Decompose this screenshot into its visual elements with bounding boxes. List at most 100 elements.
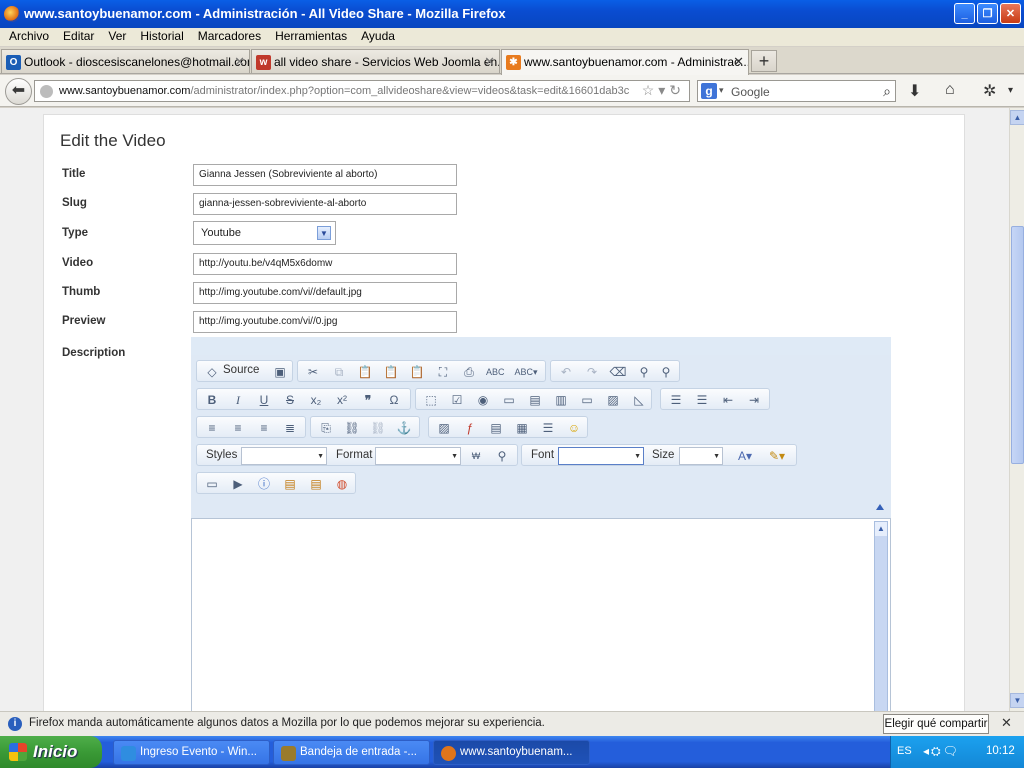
scroll-up-icon[interactable]: ▲ bbox=[1010, 110, 1024, 125]
menu-herramientas[interactable]: Herramientas bbox=[268, 28, 354, 46]
tab-santoybuenamor[interactable]: ✱ www.santoybuenamor.com - Administrac..… bbox=[501, 49, 749, 75]
font-combo[interactable]: ▼ bbox=[558, 447, 644, 465]
horizontal-rule-icon[interactable]: ☰ bbox=[539, 419, 557, 437]
menu-chevron-icon[interactable]: ▾ bbox=[1008, 85, 1013, 96]
tab-outlook[interactable]: O Outlook - dioscesiscanelones@hotmail.c… bbox=[1, 49, 250, 73]
task-firefox[interactable]: www.santoybuenam... bbox=[433, 740, 590, 765]
description-editor[interactable]: ▲ bbox=[191, 518, 891, 711]
text-color-icon[interactable]: A▾ bbox=[732, 447, 758, 465]
chevron-down-icon[interactable]: ▼ bbox=[317, 226, 331, 240]
textfield-icon[interactable]: ▭ bbox=[500, 391, 518, 409]
slug-input[interactable]: gianna-jessen-sobreviviente-al-aborto bbox=[193, 193, 457, 215]
thumb-input[interactable]: http://img.youtube.com/vi//default.jpg bbox=[193, 282, 457, 304]
outdent-icon[interactable]: ⇤ bbox=[719, 391, 737, 409]
copy-icon[interactable]: ⧉ bbox=[330, 363, 348, 381]
strike-icon[interactable]: S bbox=[281, 391, 299, 409]
subscript-icon[interactable]: x₂ bbox=[307, 391, 325, 409]
download-icon[interactable]: ⬇ bbox=[908, 81, 921, 101]
doc-icon[interactable]: ▤ bbox=[281, 475, 299, 493]
preview-input[interactable]: http://img.youtube.com/vi//0.jpg bbox=[193, 311, 457, 333]
templates-icon[interactable]: ⛶ bbox=[434, 363, 452, 381]
image-icon[interactable]: ▨ bbox=[435, 419, 453, 437]
task-ingreso-evento[interactable]: Ingreso Evento - Win... bbox=[113, 740, 270, 765]
image-button-icon[interactable]: ▨ bbox=[604, 391, 622, 409]
menu-marcadores[interactable]: Marcadores bbox=[191, 28, 268, 46]
bg-color-icon[interactable]: ✎▾ bbox=[764, 447, 790, 465]
print-icon[interactable]: ⎙ bbox=[460, 363, 478, 381]
type-select[interactable]: Youtube ▼ bbox=[193, 221, 336, 245]
language-indicator[interactable]: ES bbox=[897, 745, 912, 757]
color-wheel-icon[interactable]: ◍ bbox=[333, 475, 351, 493]
select-icon[interactable]: ▥ bbox=[552, 391, 570, 409]
tab-close-icon[interactable]: ✕ bbox=[733, 54, 744, 70]
minimize-button[interactable]: _ bbox=[954, 3, 975, 24]
undo-icon[interactable]: ↶ bbox=[557, 363, 575, 381]
show-blocks-icon[interactable]: ₩ bbox=[467, 447, 485, 465]
editor-scrollbar[interactable]: ▲ bbox=[874, 521, 888, 711]
smiley-icon[interactable]: ☺ bbox=[565, 419, 583, 437]
menu-editar[interactable]: Editar bbox=[56, 28, 101, 46]
doc-properties-icon[interactable]: ▤ bbox=[307, 475, 325, 493]
align-center-icon[interactable]: ≡ bbox=[229, 419, 247, 437]
flash-object-icon[interactable]: ƒ bbox=[461, 419, 479, 437]
checkbox-icon[interactable]: ☑ bbox=[448, 391, 466, 409]
spellcheck-as-you-type-icon[interactable]: ABC▾ bbox=[512, 363, 540, 381]
search-input[interactable]: Google bbox=[731, 85, 770, 99]
menu-ayuda[interactable]: Ayuda bbox=[354, 28, 402, 46]
collapse-toolbar-icon[interactable] bbox=[876, 504, 884, 510]
search-bar[interactable]: g ▾ Google ⌕ bbox=[697, 80, 896, 102]
tab-allvideoshare[interactable]: w all video share - Servicios Web Joomla… bbox=[251, 49, 500, 73]
page-icon[interactable]: ▤ bbox=[487, 419, 505, 437]
chevron-down-icon[interactable]: ▾ bbox=[719, 85, 724, 96]
preview-icon[interactable]: ⚲ bbox=[493, 447, 511, 465]
tab-close-icon[interactable]: ✕ bbox=[484, 54, 495, 70]
paste-text-icon[interactable]: 📋 bbox=[382, 363, 400, 381]
textarea-icon[interactable]: ▤ bbox=[526, 391, 544, 409]
menu-archivo[interactable]: Archivo bbox=[2, 28, 56, 46]
justify-icon[interactable]: ≣ bbox=[281, 419, 299, 437]
table-icon[interactable]: ▦ bbox=[513, 419, 531, 437]
blockquote-icon[interactable]: ❞ bbox=[359, 391, 377, 409]
bookmark-star-icon[interactable]: ☆▾↻ bbox=[642, 82, 685, 99]
underline-icon[interactable]: U bbox=[255, 391, 273, 409]
new-tab-button[interactable]: + bbox=[751, 50, 777, 72]
radio-icon[interactable]: ◉ bbox=[474, 391, 492, 409]
maximize-icon[interactable]: ▭ bbox=[203, 475, 221, 493]
menu-historial[interactable]: Historial bbox=[133, 28, 190, 46]
styles-combo[interactable]: ▼ bbox=[241, 447, 327, 465]
scrollbar-thumb[interactable] bbox=[1011, 226, 1024, 464]
tab-close-icon[interactable]: ✕ bbox=[234, 54, 245, 70]
unlink-icon[interactable]: ⛓ bbox=[369, 419, 387, 437]
page-scrollbar[interactable]: ▲ ▼ bbox=[1009, 108, 1024, 711]
bulleted-list-icon[interactable]: ☰ bbox=[693, 391, 711, 409]
eraser-icon[interactable]: ⌫ bbox=[609, 363, 627, 381]
choose-share-button[interactable]: Elegir qué compartir bbox=[883, 714, 989, 734]
maximize-button[interactable]: ❐ bbox=[977, 3, 998, 24]
anchor-icon[interactable]: ⚓ bbox=[395, 419, 413, 437]
url-text[interactable]: www.santoybuenamor.com/administrator/ind… bbox=[59, 85, 629, 97]
button-icon[interactable]: ▭ bbox=[578, 391, 596, 409]
save-icon[interactable]: ▣ bbox=[271, 363, 289, 381]
italic-icon[interactable]: I bbox=[229, 391, 247, 409]
redo-icon[interactable]: ↷ bbox=[583, 363, 601, 381]
indent-icon[interactable]: ⇥ bbox=[745, 391, 763, 409]
special-char-icon[interactable]: Ω bbox=[385, 391, 403, 409]
menu-ver[interactable]: Ver bbox=[101, 28, 133, 46]
video-input[interactable]: http://youtu.be/v4qM5x6domw bbox=[193, 253, 457, 275]
hidden-field-icon[interactable]: ◺ bbox=[630, 391, 648, 409]
source-button[interactable]: Source bbox=[223, 364, 259, 376]
replace-icon[interactable]: ⚲ bbox=[657, 363, 675, 381]
format-combo[interactable]: ▼ bbox=[375, 447, 461, 465]
cut-icon[interactable]: ✂ bbox=[304, 363, 322, 381]
bold-icon[interactable]: B bbox=[203, 391, 221, 409]
spellcheck-icon[interactable]: ABC bbox=[486, 363, 505, 381]
numbered-list-icon[interactable]: ☰ bbox=[667, 391, 685, 409]
find-icon[interactable]: ⚲ bbox=[635, 363, 653, 381]
about-icon[interactable]: ⓘ bbox=[255, 475, 273, 493]
start-button[interactable]: Inicio bbox=[0, 736, 102, 768]
paste-word-icon[interactable]: 📋 bbox=[408, 363, 426, 381]
scroll-down-icon[interactable]: ▼ bbox=[1010, 693, 1024, 708]
home-icon[interactable]: ⌂ bbox=[945, 81, 955, 99]
size-combo[interactable]: ▼ bbox=[679, 447, 723, 465]
title-input[interactable]: Gianna Jessen (Sobreviviente al aborto) bbox=[193, 164, 457, 186]
